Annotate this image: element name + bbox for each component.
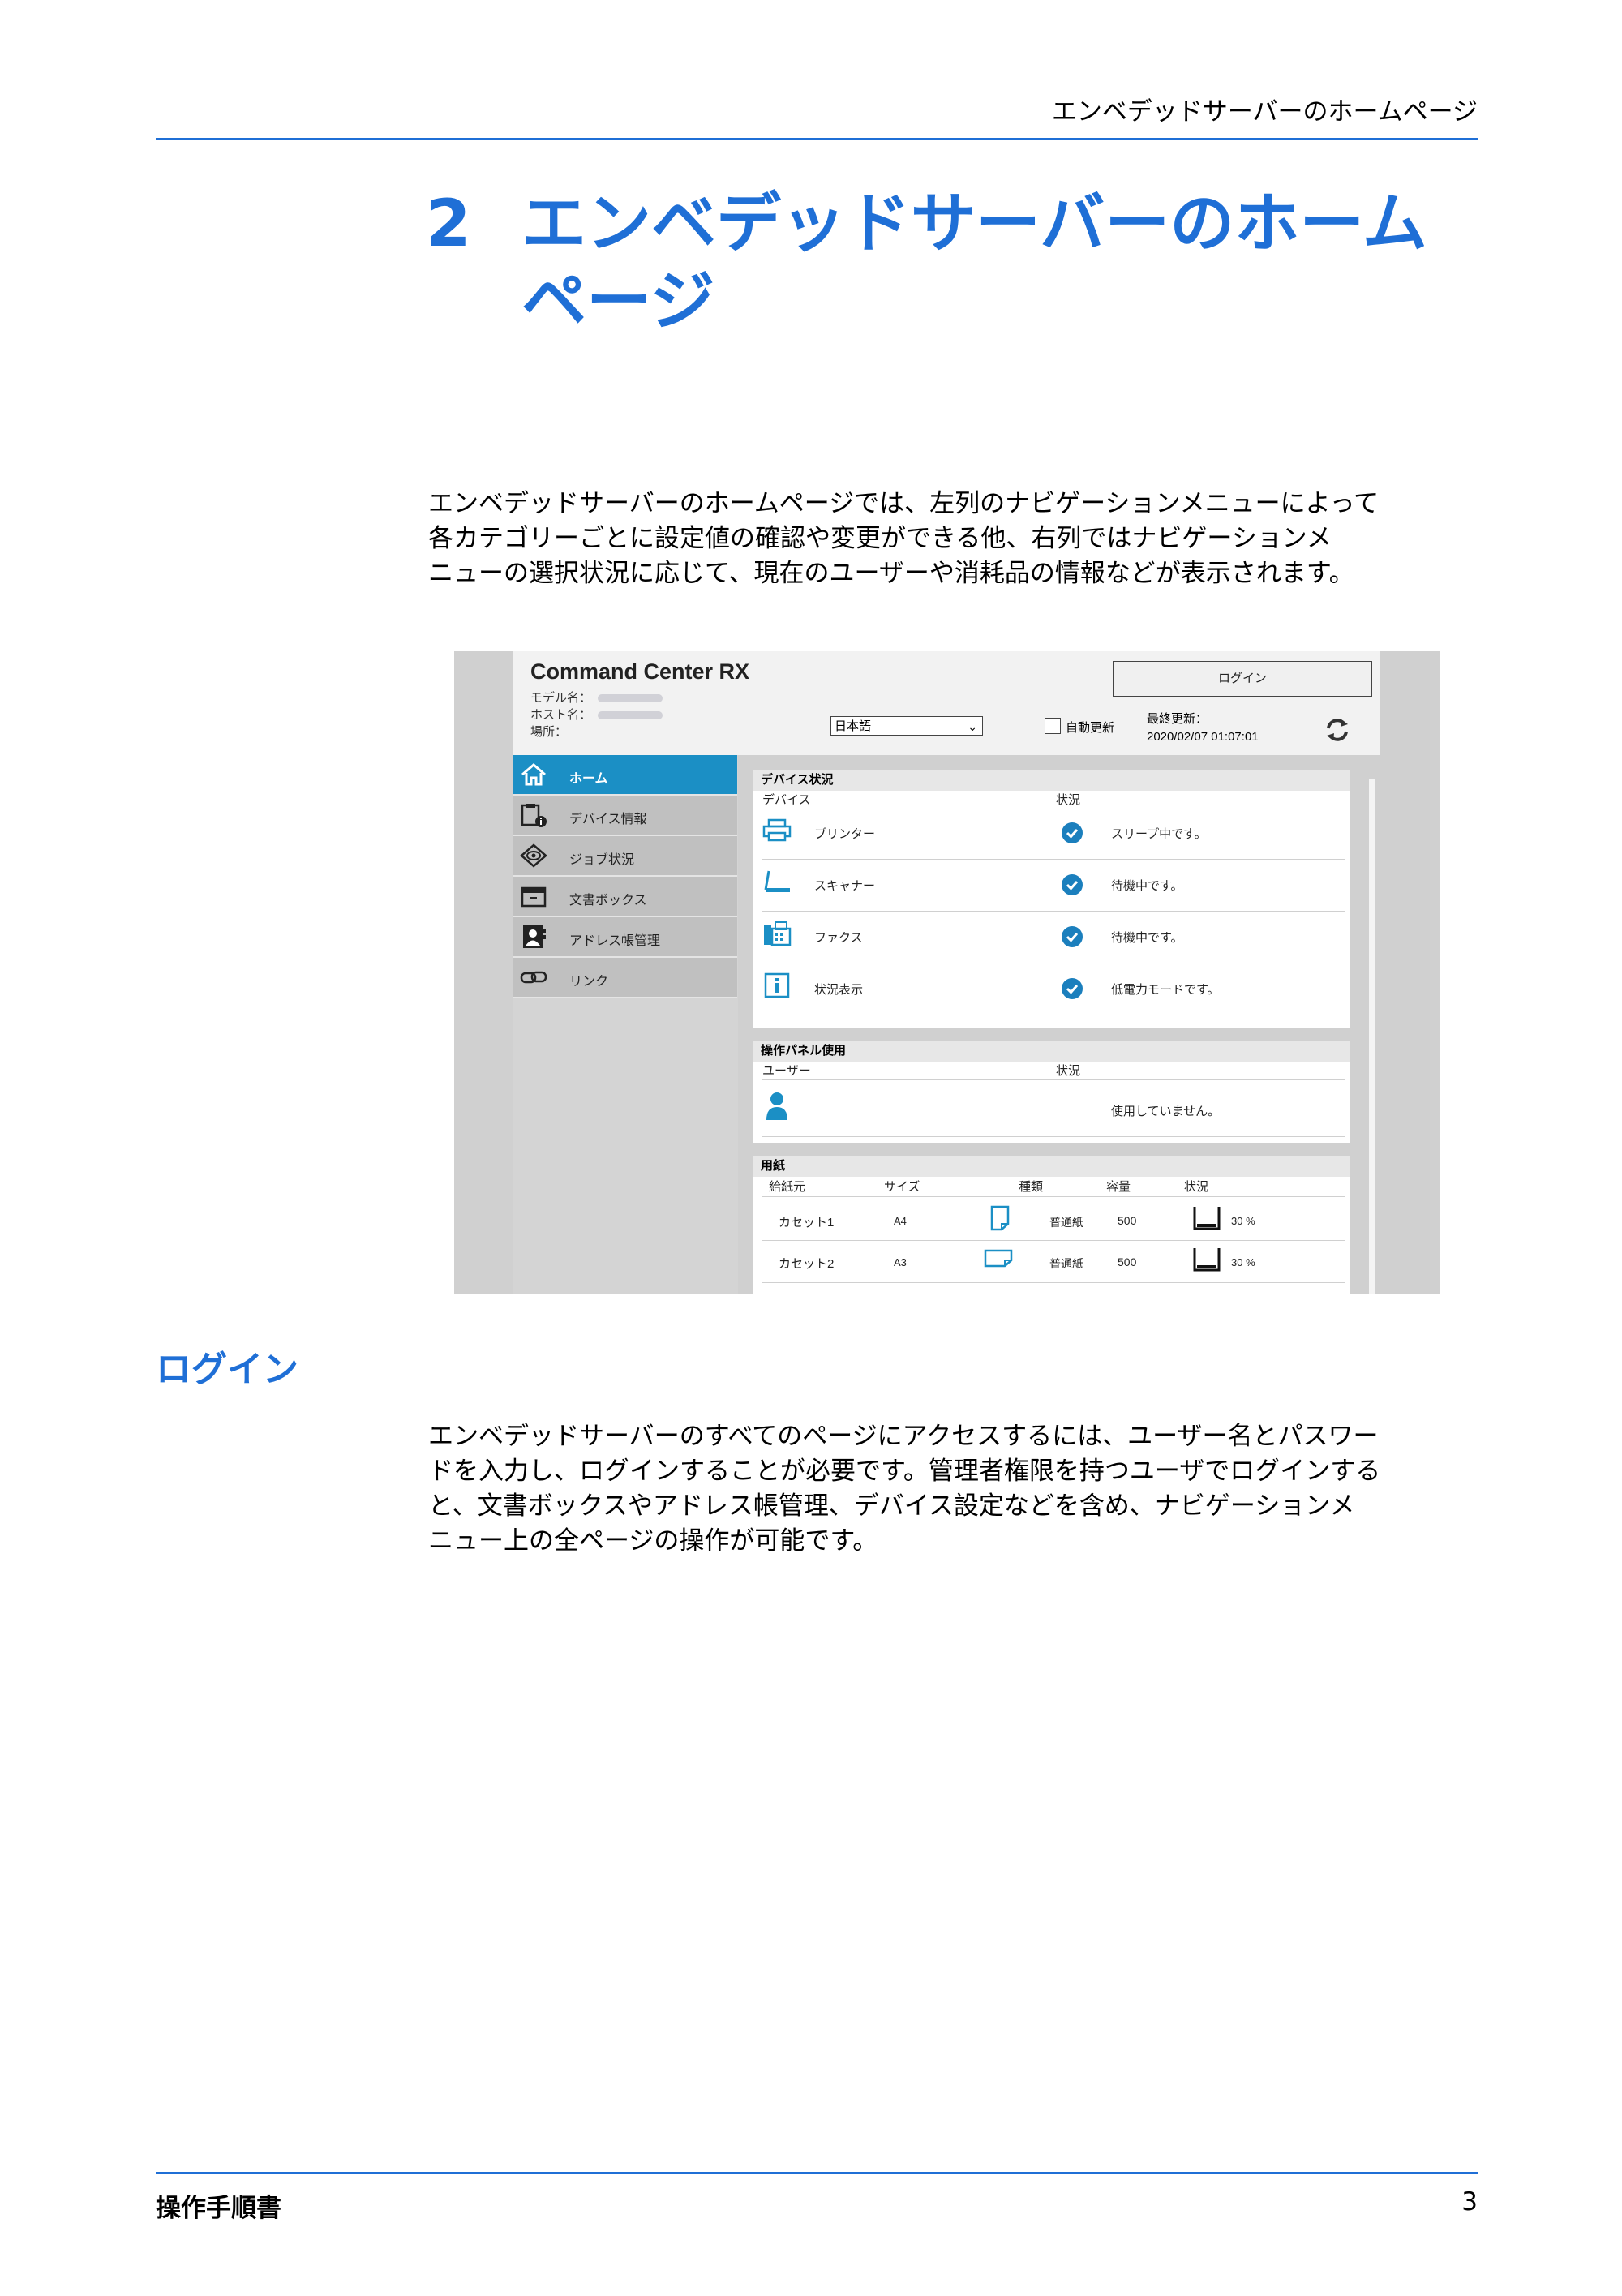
scrollbar[interactable] (1369, 779, 1375, 1294)
login-line: ドを入力し、ログインすることが必要です。管理者権限を持つユーザでログインする (428, 1457, 1381, 1486)
intro-line: 各カテゴリーごとに設定値の確認や変更ができる他、右列ではナビゲーションメ (428, 524, 1332, 553)
last-update-label: 最終更新： (1147, 712, 1208, 726)
printer-icon (762, 818, 792, 842)
login-button[interactable]: ログイン (1113, 661, 1372, 697)
nav-item-job-status[interactable]: ジョブ状況 (513, 836, 737, 877)
chapter-title: 2 エンベデッドサーバーのホーム ページ (426, 185, 1427, 341)
login-line: ニュー上の全ページの操作が可能です。 (428, 1526, 878, 1556)
language-select[interactable]: 日本語 ⌄ (830, 716, 983, 736)
col-device: デバイス (762, 793, 811, 807)
col-type: 種類 (1019, 1180, 1044, 1194)
nav-item-home[interactable]: ホーム (513, 755, 737, 796)
col-status: 状況 (1056, 793, 1081, 807)
device-status-text: 待機中です。 (1111, 931, 1183, 945)
section-heading-login: ログイン (156, 1349, 298, 1390)
device-status-text: スリープ中です。 (1111, 827, 1207, 841)
model-label: モデル名： (530, 689, 663, 706)
device-name: プリンター (814, 827, 876, 841)
nav-item-address-book[interactable]: アドレス帳管理 (513, 917, 737, 958)
chapter-title-line2: ページ (521, 264, 715, 339)
host-label: ホスト名： (530, 706, 663, 723)
paper-capacity: 500 (1118, 1255, 1137, 1268)
status-ok-icon (1062, 978, 1083, 999)
brand-title: Command Center RX (530, 659, 750, 684)
paper-source: カセット2 (779, 1257, 835, 1271)
paper-level-icon (1193, 1207, 1221, 1230)
last-update-value: 2020/02/07 01:07:01 (1147, 730, 1259, 744)
page-number: 3 (1461, 2187, 1478, 2217)
paper-size: A3 (894, 1256, 907, 1268)
paper-type: 普通紙 (1049, 1257, 1083, 1270)
document-box-icon (521, 886, 547, 908)
info-icon (764, 972, 790, 998)
auto-refresh-label: 自動更新 (1066, 721, 1115, 735)
login-line: と、文書ボックスやアドレス帳管理、デバイス設定などを含め、ナビゲーションメ (428, 1491, 1355, 1521)
device-name: ファクス (814, 931, 863, 945)
status-ok-icon (1062, 822, 1083, 843)
location-label: 場所： (530, 725, 568, 739)
col-capacity: 容量 (1106, 1180, 1131, 1194)
home-page-screenshot: Command Center RX モデル名： ホスト名： 場所： ログイン 日… (454, 651, 1440, 1294)
paper-type: 普通紙 (1049, 1216, 1083, 1229)
chapter-number: 2 (426, 186, 471, 261)
paper-capacity: 500 (1118, 1214, 1137, 1227)
intro-line: エンベデッドサーバーのホームページでは、左列のナビゲーションメニューによって (428, 489, 1380, 518)
paper-title: 用紙 (753, 1156, 1350, 1177)
nav-item-link[interactable]: リンク (513, 958, 737, 998)
footer-title: 操作手順書 (156, 2194, 281, 2223)
intro-line: ニューの選択状況に応じて、現在のユーザーや消耗品の情報などが表示されます。 (428, 559, 1354, 588)
scanner-icon (764, 870, 790, 892)
device-status-title: デバイス状況 (753, 770, 1350, 791)
device-name: 状況表示 (814, 983, 864, 997)
home-icon (521, 763, 546, 786)
chevron-down-icon: ⌄ (968, 720, 977, 733)
col-size: サイズ (884, 1180, 920, 1194)
panel-usage-status: 使用していません。 (1111, 1105, 1221, 1118)
screenshot-header: Command Center RX モデル名： ホスト名： 場所： ログイン 日… (513, 651, 1380, 755)
landscape-paper-icon (984, 1249, 1013, 1268)
login-paragraph: エンベデッドサーバーのすべてのページにアクセスするには、ユーザー名とパスワー ド… (428, 1419, 1479, 1559)
device-info-icon (521, 804, 547, 827)
auto-refresh-checkbox[interactable] (1045, 718, 1061, 734)
intro-paragraph: エンベデッドサーバーのホームページでは、左列のナビゲーションメニューによって 各… (428, 487, 1479, 591)
paper-level-icon (1193, 1248, 1221, 1272)
col-source: 給紙元 (769, 1180, 806, 1194)
col-user: ユーザー (762, 1064, 811, 1078)
panel-usage-title: 操作パネル使用 (753, 1041, 1350, 1062)
paper-level: 30 % (1231, 1256, 1255, 1268)
device-status-text: 待機中です。 (1111, 879, 1183, 893)
paper-size: A4 (894, 1215, 907, 1227)
header-rule (156, 138, 1478, 140)
col-status: 状況 (1056, 1064, 1081, 1078)
chapter-title-line1: エンベデッドサーバーのホーム (521, 186, 1427, 261)
nav-item-document-box[interactable]: 文書ボックス (513, 877, 737, 917)
col-status: 状況 (1184, 1180, 1209, 1194)
portrait-paper-icon (990, 1205, 1010, 1231)
fax-icon (764, 921, 792, 946)
address-book-icon (523, 925, 546, 948)
paper-level: 30 % (1231, 1215, 1255, 1227)
link-icon (520, 971, 547, 984)
refresh-icon[interactable] (1324, 716, 1351, 744)
status-ok-icon (1062, 874, 1083, 895)
status-ok-icon (1062, 926, 1083, 947)
footer-rule (156, 2172, 1478, 2174)
device-name: スキャナー (814, 879, 876, 893)
device-status-text: 低電力モードです。 (1111, 983, 1220, 997)
user-icon (766, 1092, 787, 1120)
running-header: エンベデッドサーバーのホームページ (1051, 97, 1478, 127)
paper-source: カセット1 (779, 1216, 835, 1230)
job-status-icon (520, 843, 547, 868)
login-line: エンベデッドサーバーのすべてのページにアクセスするには、ユーザー名とパスワー (428, 1422, 1379, 1451)
nav-item-device-info[interactable]: デバイス情報 (513, 796, 737, 836)
